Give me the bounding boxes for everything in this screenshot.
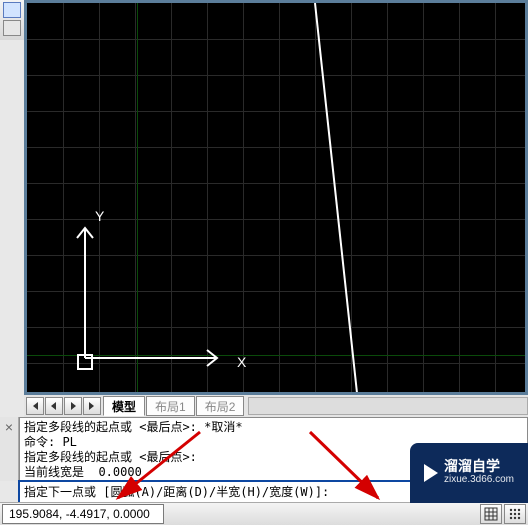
drawing-canvas-frame: X Y: [24, 0, 528, 395]
tab-layout1-label: 布局1: [155, 398, 186, 415]
nav-prev-button[interactable]: [45, 397, 63, 415]
axis-x-label: X: [237, 354, 246, 370]
watermark-logo: 溜溜自学 zixue.3d66.com: [410, 443, 528, 503]
tab-model-label: 模型: [112, 398, 136, 415]
left-toolbar: [0, 0, 25, 40]
tab-layout1[interactable]: 布局1: [146, 396, 195, 416]
command-panel-close[interactable]: ×: [0, 417, 19, 481]
close-icon: ×: [5, 419, 13, 435]
layout-tabs-row: 模型 布局1 布局2: [24, 395, 528, 417]
tab-model[interactable]: 模型: [103, 396, 145, 416]
status-bar: 195.9084, -4.4917, 0.0000: [0, 502, 528, 525]
ucs-icon: [67, 198, 247, 378]
tool-button-2[interactable]: [3, 20, 21, 36]
snap-toggle-button[interactable]: [504, 504, 526, 524]
grid-icon: [484, 507, 498, 521]
tab-layout2[interactable]: 布局2: [196, 396, 245, 416]
tabs-scrollbar[interactable]: [248, 397, 528, 415]
snap-icon: [508, 507, 522, 521]
drawing-canvas[interactable]: X Y: [27, 3, 525, 392]
command-input-text: 指定下一点或 [圆弧(A)/距离(D)/半宽(H)/宽度(W)]:: [24, 485, 329, 499]
ucs-origin-box: [77, 354, 93, 370]
axis-y-label: Y: [95, 208, 104, 224]
nav-next-button[interactable]: [64, 397, 82, 415]
grid-toggle-button[interactable]: [480, 504, 502, 524]
coordinate-readout[interactable]: 195.9084, -4.4917, 0.0000: [2, 504, 164, 524]
nav-last-button[interactable]: [83, 397, 101, 415]
nav-first-button[interactable]: [26, 397, 44, 415]
tab-layout2-label: 布局2: [205, 398, 236, 415]
tool-button-1[interactable]: [3, 2, 21, 18]
logo-text-cn: 溜溜自学: [444, 459, 514, 473]
logo-text-en: zixue.3d66.com: [444, 473, 514, 487]
play-icon: [424, 464, 438, 482]
